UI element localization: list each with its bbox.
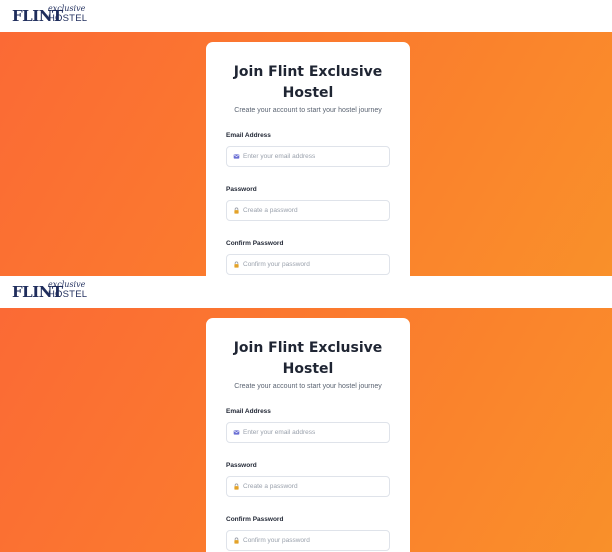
logo-sub-text: HOSTEL [48, 13, 88, 24]
logo-script-text: exclusive [48, 4, 86, 13]
signup-subtitle: Create your account to start your hostel… [234, 107, 382, 114]
email-field[interactable]: Enter your email address [226, 146, 390, 167]
navbar: FLINT exclusive HOSTEL [0, 0, 612, 32]
lock-icon [234, 207, 239, 214]
email-placeholder: Enter your email address [243, 153, 316, 160]
brand-logo[interactable]: FLINT exclusive HOSTEL [12, 280, 88, 302]
email-placeholder: Enter your email address [243, 429, 316, 436]
confirm-password-field[interactable]: Confirm your password [226, 254, 390, 275]
confirm-password-placeholder: Confirm your password [243, 537, 310, 544]
lock-icon [234, 483, 239, 490]
confirm-password-label: Confirm Password [226, 516, 284, 523]
logo-sub-text: HOSTEL [48, 289, 88, 300]
password-label: Password [226, 186, 257, 193]
hero-background: Join Flint Exclusive Hostel Create your … [0, 32, 612, 276]
signup-title: Join Flint Exclusive Hostel [233, 64, 383, 101]
signup-card: Join Flint Exclusive Hostel Create your … [206, 318, 410, 552]
password-field[interactable]: Create a password [226, 476, 390, 497]
password-placeholder: Create a password [243, 207, 298, 214]
signup-title: Join Flint Exclusive Hostel [233, 340, 383, 377]
password-placeholder: Create a password [243, 483, 298, 490]
email-field[interactable]: Enter your email address [226, 422, 390, 443]
confirm-password-field[interactable]: Confirm your password [226, 530, 390, 551]
navbar: FLINT exclusive HOSTEL [0, 276, 612, 308]
logo-script-text: exclusive [48, 280, 86, 289]
confirm-password-placeholder: Confirm your password [243, 261, 310, 268]
lock-icon [234, 537, 239, 544]
mail-icon [233, 154, 240, 159]
email-label: Email Address [226, 408, 271, 415]
screenshot-panel-top: FLINT exclusive HOSTEL Join Flint Exclus… [0, 0, 612, 276]
confirm-password-label: Confirm Password [226, 240, 284, 247]
email-label: Email Address [226, 132, 271, 139]
password-label: Password [226, 462, 257, 469]
hero-background: Join Flint Exclusive Hostel Create your … [0, 308, 612, 552]
signup-subtitle: Create your account to start your hostel… [234, 383, 382, 390]
password-field[interactable]: Create a password [226, 200, 390, 221]
screenshot-panel-bottom: FLINT exclusive HOSTEL Join Flint Exclus… [0, 276, 612, 552]
signup-card: Join Flint Exclusive Hostel Create your … [206, 42, 410, 276]
brand-logo[interactable]: FLINT exclusive HOSTEL [12, 4, 88, 26]
lock-icon [234, 261, 239, 268]
mail-icon [233, 430, 240, 435]
